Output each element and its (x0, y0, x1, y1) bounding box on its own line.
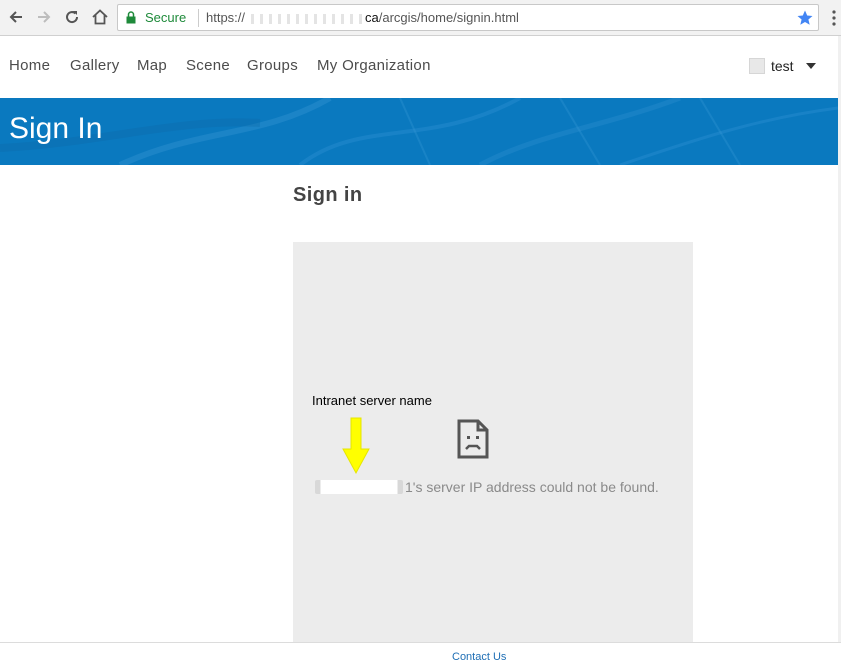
reload-button[interactable] (61, 6, 83, 28)
lock-icon (126, 11, 136, 24)
arrow-down-icon (342, 417, 370, 475)
url-host-suffix: ca (365, 10, 379, 25)
error-text: 1's server IP address could not be found… (405, 479, 659, 495)
nav-home[interactable]: Home (9, 57, 50, 74)
url-path: /arcgis/home/signin.html (378, 10, 519, 25)
contact-us-link[interactable]: Contact Us (452, 651, 506, 660)
url-scheme: https:// (206, 10, 246, 25)
star-icon[interactable] (796, 9, 814, 27)
site-nav: Home Gallery Map Scene Groups My Organiz… (0, 36, 838, 98)
forward-button[interactable] (33, 6, 55, 28)
sign-in-iframe: Intranet server name 1's server IP addre… (293, 242, 693, 642)
secure-label: Secure (145, 10, 187, 25)
back-icon (9, 11, 22, 23)
forward-icon (38, 11, 51, 23)
home-button[interactable] (89, 6, 111, 28)
nav-my-organization[interactable]: My Organization (317, 57, 431, 74)
footer: Contact Us (0, 643, 841, 660)
url-text: https:// ca/arcgis/home/signin.html (206, 10, 519, 25)
omnibox-separator (198, 9, 199, 27)
nav-map[interactable]: Map (137, 57, 167, 74)
avatar (749, 58, 765, 74)
sad-document-icon (457, 419, 489, 459)
page-title: Sign In (9, 112, 103, 145)
browser-toolbar: Secure https:// ca/arcgis/home/signin.htm… (0, 0, 841, 36)
redacted-host (245, 13, 366, 24)
user-menu[interactable]: test (749, 55, 816, 77)
nav-scene[interactable]: Scene (186, 57, 230, 74)
nav-gallery[interactable]: Gallery (70, 57, 120, 74)
nav-groups[interactable]: Groups (247, 57, 298, 74)
username: test (771, 58, 794, 74)
kebab-menu-icon[interactable] (832, 9, 836, 27)
caret-down-icon (805, 63, 816, 69)
sign-in-heading: Sign in (293, 184, 363, 206)
redacted-server-name (315, 480, 403, 494)
back-button[interactable] (5, 6, 27, 28)
annotation-label: Intranet server name (312, 393, 432, 408)
page-banner: Sign In (0, 98, 838, 165)
home-icon (92, 9, 108, 25)
reload-icon (66, 11, 79, 24)
error-message: 1's server IP address could not be found… (315, 479, 659, 495)
address-bar[interactable]: Secure https:// ca/arcgis/home/signin.htm… (117, 4, 819, 31)
banner-map-texture (0, 98, 838, 165)
